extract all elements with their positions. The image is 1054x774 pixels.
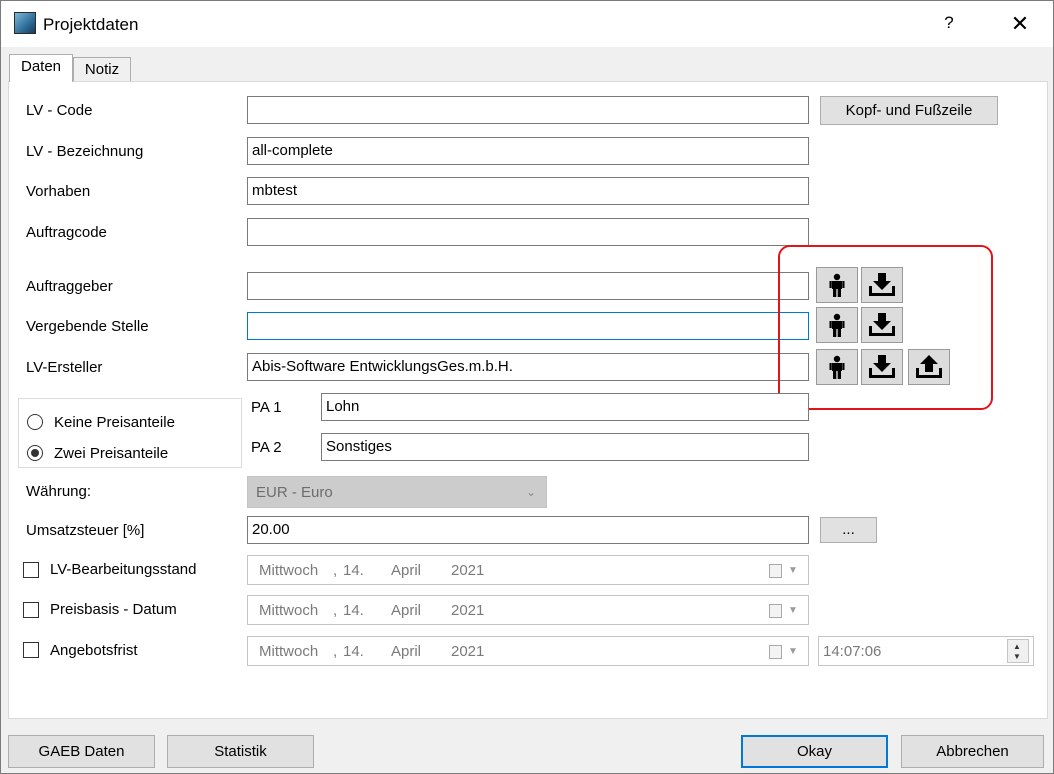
waehrung-value: EUR - Euro (256, 484, 333, 501)
button-bar (1, 719, 1053, 773)
date-year: 2021 (451, 562, 485, 579)
auftraggeber-label: Auftraggeber (26, 278, 113, 295)
pa1-label: PA 1 (251, 399, 282, 416)
calendar-icon[interactable] (769, 564, 782, 578)
vergebende-stelle-input[interactable] (247, 312, 809, 340)
preisbasis-datum-label: Preisbasis - Datum (50, 601, 177, 618)
okay-button[interactable]: Okay (741, 735, 888, 768)
vorhaben-input[interactable]: mbtest (247, 177, 809, 205)
statistik-button[interactable]: Statistik (167, 735, 314, 768)
pa2-input[interactable]: Sonstiges (321, 433, 809, 461)
date-weekday: Mittwoch (259, 562, 319, 579)
pa2-label: PA 2 (251, 439, 282, 456)
date-year: 2021 (451, 602, 485, 619)
date-day: 14. (343, 602, 364, 619)
angebotsfrist-checkbox[interactable] (23, 642, 39, 658)
umsatzsteuer-more-button[interactable]: ... (820, 517, 877, 543)
preisbasis-datum-checkbox[interactable] (23, 602, 39, 618)
calendar-icon[interactable] (769, 645, 782, 659)
date-month: April (391, 643, 422, 660)
tab-daten[interactable]: Daten (9, 54, 73, 82)
angebotsfrist-label: Angebotsfrist (50, 642, 138, 659)
title-bar: Projektdaten ? ✕ (1, 1, 1053, 47)
abbrechen-button[interactable]: Abbrechen (901, 735, 1044, 768)
tab-notiz[interactable]: Notiz (73, 57, 131, 82)
umsatzsteuer-input[interactable]: 20.00 (247, 516, 809, 544)
chevron-down-icon: ⌄ (525, 485, 536, 499)
lv-bearbeitungsstand-date[interactable]: Mittwoch , 14. April 2021 ▼ (247, 555, 809, 585)
close-icon: ✕ (1010, 11, 1030, 36)
date-month: April (391, 562, 422, 579)
lv-bezeichnung-label: LV - Bezeichnung (26, 143, 144, 160)
angebotsfrist-time[interactable]: 14:07:06 (818, 636, 1034, 666)
spin-up-icon[interactable]: ▲ (1013, 642, 1021, 651)
auftraggeber-input[interactable] (247, 272, 809, 300)
dialog-window: Projektdaten ? ✕ Daten Notiz LV - Code K… (0, 0, 1054, 774)
gaeb-daten-button[interactable]: GAEB Daten (8, 735, 155, 768)
date-day: 14. (343, 562, 364, 579)
lv-bearbeitungsstand-label: LV-Bearbeitungsstand (50, 561, 197, 578)
zwei-preisanteile-radio[interactable] (27, 445, 43, 461)
lv-code-input[interactable] (247, 96, 809, 124)
waehrung-label: Währung: (26, 483, 92, 500)
auftragcode-label: Auftragcode (26, 224, 107, 241)
close-button[interactable]: ✕ (1006, 11, 1034, 37)
umsatzsteuer-label: Umsatzsteuer [%] (26, 522, 145, 539)
chevron-down-icon: ▼ (788, 605, 798, 616)
time-value: 14:07:06 (823, 643, 882, 660)
vergebende-stelle-label: Vergebende Stelle (26, 318, 149, 335)
chevron-down-icon: ▼ (788, 646, 798, 657)
date-separator: , (333, 643, 338, 660)
app-icon (14, 12, 36, 34)
help-button[interactable]: ? (937, 13, 961, 35)
keine-preisanteile-label: Keine Preisanteile (54, 414, 175, 431)
lv-code-label: LV - Code (26, 102, 93, 119)
lv-bezeichnung-input[interactable]: all-complete (247, 137, 809, 165)
spin-down-icon[interactable]: ▼ (1013, 652, 1021, 661)
waehrung-select[interactable]: EUR - Euro ⌄ (247, 476, 547, 508)
date-year: 2021 (451, 643, 485, 660)
lv-ersteller-label: LV-Ersteller (26, 359, 103, 376)
chevron-down-icon: ▼ (788, 565, 798, 576)
date-month: April (391, 602, 422, 619)
lv-ersteller-input[interactable]: Abis-Software EntwicklungsGes.m.b.H. (247, 353, 809, 381)
date-day: 14. (343, 643, 364, 660)
window-title: Projektdaten (43, 15, 139, 34)
lv-bearbeitungsstand-checkbox[interactable] (23, 562, 39, 578)
preisbasis-datum-date[interactable]: Mittwoch , 14. April 2021 ▼ (247, 595, 809, 625)
keine-preisanteile-radio[interactable] (27, 414, 43, 430)
pa1-input[interactable]: Lohn (321, 393, 809, 421)
highlight-box (778, 245, 993, 410)
angebotsfrist-date[interactable]: Mittwoch , 14. April 2021 ▼ (247, 636, 809, 666)
date-separator: , (333, 562, 338, 579)
date-weekday: Mittwoch (259, 643, 319, 660)
date-weekday: Mittwoch (259, 602, 319, 619)
calendar-icon[interactable] (769, 604, 782, 618)
vorhaben-label: Vorhaben (26, 183, 91, 200)
time-spinner[interactable]: ▲ ▼ (1007, 639, 1029, 663)
kopf-fusszeile-button[interactable]: Kopf- und Fußzeile (820, 96, 998, 125)
zwei-preisanteile-label: Zwei Preisanteile (54, 445, 169, 462)
date-separator: , (333, 602, 338, 619)
auftragcode-input[interactable] (247, 218, 809, 246)
